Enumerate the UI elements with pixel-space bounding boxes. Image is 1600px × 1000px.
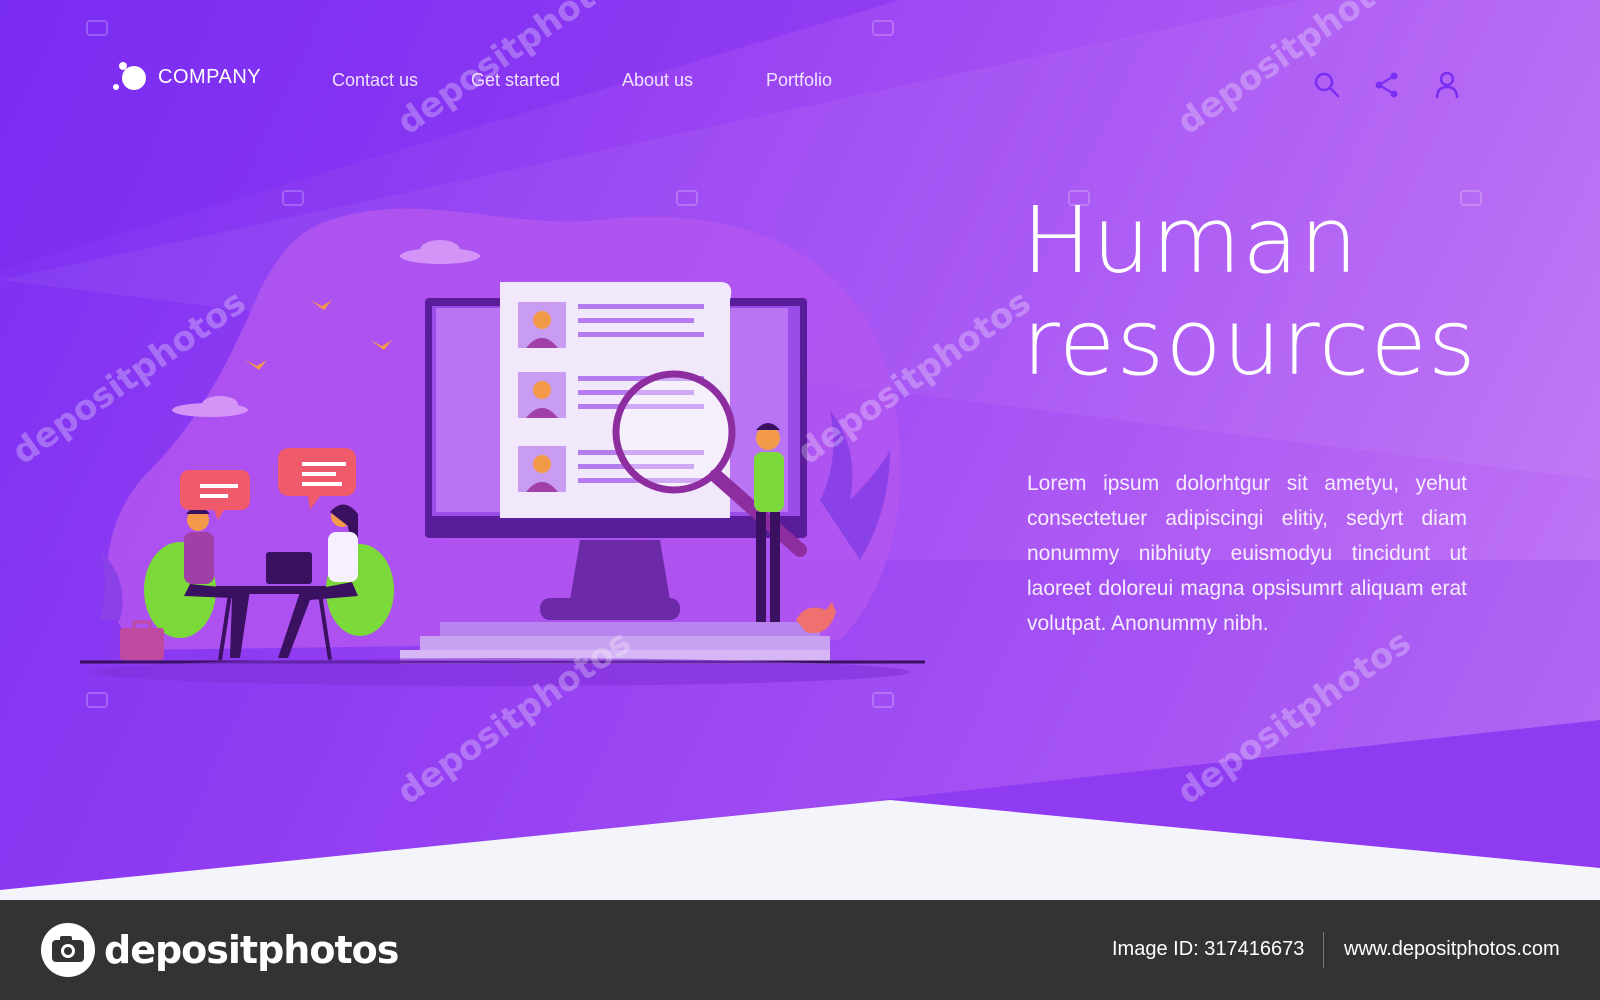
hero-section: COMPANY Contact us Get started About us …: [0, 0, 1600, 900]
nav-link-about-us[interactable]: About us: [622, 70, 693, 91]
footer-url-link[interactable]: www.depositphotos.com: [1344, 938, 1560, 961]
company-name: COMPANY: [158, 65, 262, 88]
hr-illustration: [80, 208, 925, 686]
logo-mark-icon: [113, 62, 146, 90]
depositphotos-logo[interactable]: depositphotos: [40, 922, 399, 978]
footer-divider: [1323, 932, 1324, 968]
camera-icon: [41, 923, 95, 977]
hero-title: Human resources: [1022, 190, 1477, 394]
search-icon[interactable]: [1312, 70, 1342, 100]
hero-title-line2: resources: [1022, 289, 1477, 396]
stock-footer-bar: depositphotos Image ID: 317416673 www.de…: [0, 900, 1600, 1000]
nav-link-get-started[interactable]: Get started: [471, 70, 560, 91]
nav-link-contact-us[interactable]: Contact us: [332, 70, 418, 91]
image-id: Image ID: 317416673: [1112, 938, 1305, 960]
company-logo[interactable]: COMPANY: [112, 60, 261, 94]
nav-link-portfolio[interactable]: Portfolio: [766, 70, 832, 91]
footer-logo-text: depositphotos: [104, 928, 399, 972]
share-icon[interactable]: [1372, 70, 1402, 100]
hero-title-line1: Human: [1022, 187, 1359, 294]
user-icon[interactable]: [1432, 70, 1462, 100]
hero-body-text: Lorem ipsum dolorhtgur sit ametyu, yehut…: [1027, 472, 1467, 635]
